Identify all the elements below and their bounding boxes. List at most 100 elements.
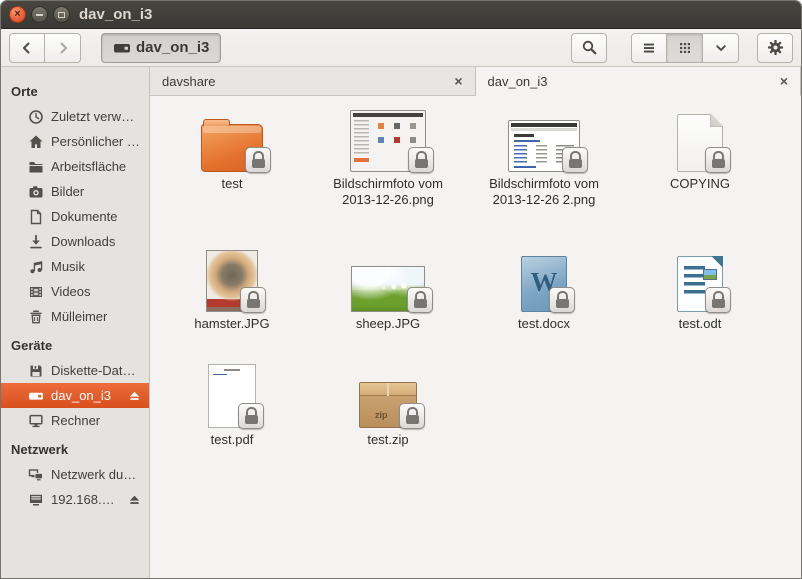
window-controls: ×	[9, 6, 70, 23]
lock-emblem-icon	[399, 403, 425, 429]
file-item-sheep-jpg[interactable]: sheep.JPG	[313, 242, 463, 332]
view-toggle-group	[631, 33, 739, 63]
sidebar-heading-places: Orte	[1, 75, 149, 104]
minimize-icon	[36, 14, 43, 16]
drive-icon	[28, 388, 44, 404]
file-item-test-pdf[interactable]: test.pdf	[157, 358, 307, 448]
gear-icon	[767, 39, 784, 56]
download-icon	[28, 234, 44, 250]
tab-bar: davshare × dav_on_i3 ×	[150, 67, 801, 96]
search-button[interactable]	[571, 33, 607, 63]
sidebar-item-label: Persönlicher …	[51, 134, 140, 149]
file-item-hamster-jpg[interactable]: hamster.JPG	[157, 242, 307, 332]
trash-icon	[28, 309, 44, 325]
floppy-icon	[28, 363, 44, 379]
maximize-window-button[interactable]	[53, 6, 70, 23]
tab-davshare[interactable]: davshare ×	[150, 67, 476, 96]
odf-text-icon	[677, 256, 723, 312]
file-manager-window: × dav_on_i3	[0, 0, 802, 579]
file-item-test-docx[interactable]: W test.docx	[469, 242, 619, 332]
sidebar-item-label: dav_on_i3	[51, 388, 111, 403]
window-title: dav_on_i3	[79, 6, 152, 23]
tab-close-button[interactable]: ×	[780, 74, 788, 88]
view-options-button[interactable]	[703, 33, 739, 63]
back-button[interactable]	[9, 33, 45, 63]
settings-button[interactable]	[757, 33, 793, 63]
file-grid: test	[150, 96, 801, 578]
grid-view-button[interactable]	[667, 33, 703, 63]
sidebar-item-label: 192.168.…	[51, 492, 115, 507]
history-nav-group	[9, 33, 81, 63]
file-item-test-odt[interactable]: test.odt	[625, 242, 775, 332]
photo-thumbnail-icon	[351, 266, 425, 312]
file-item-test-folder[interactable]: test	[157, 102, 307, 192]
tab-dav-on-i3[interactable]: dav_on_i3 ×	[476, 67, 802, 96]
list-view-icon	[641, 40, 657, 56]
sidebar-item-music[interactable]: Musik	[1, 254, 149, 279]
sidebar-item-label: Zuletzt verw…	[51, 109, 134, 124]
sidebar-item-label: Diskette-Dat…	[51, 363, 136, 378]
lock-emblem-icon	[408, 147, 434, 173]
screenshot-thumbnail-icon	[508, 120, 580, 172]
file-item-test-zip[interactable]: zip test.zip	[313, 358, 463, 448]
file-item-copying[interactable]: COPYING	[625, 102, 775, 192]
lock-emblem-icon	[238, 403, 264, 429]
photo-thumbnail-icon	[206, 250, 258, 312]
pdf-thumbnail-icon	[208, 364, 256, 428]
sidebar-item-downloads[interactable]: Downloads	[1, 229, 149, 254]
document-icon	[28, 209, 44, 225]
lock-emblem-icon	[240, 287, 266, 313]
lock-emblem-icon	[705, 287, 731, 313]
file-name: COPYING	[670, 176, 730, 192]
sidebar-item-trash[interactable]: Mülleimer	[1, 304, 149, 329]
sidebar-item-floppy[interactable]: Diskette-Dat…	[1, 358, 149, 383]
sidebar-item-desktop[interactable]: Arbeitsfläche	[1, 154, 149, 179]
search-icon	[581, 39, 598, 56]
file-item-screenshot-2[interactable]: Bildschirmfoto vom 2013-12-26 2.png	[469, 102, 619, 208]
file-name: test.docx	[518, 316, 570, 332]
sidebar-item-label: Musik	[51, 259, 85, 274]
close-window-button[interactable]: ×	[9, 6, 26, 23]
word-document-icon: W	[521, 256, 567, 312]
main-area: Orte Zuletzt verw… Persönlicher …	[1, 67, 801, 578]
minimize-window-button[interactable]	[31, 6, 48, 23]
forward-button[interactable]	[45, 33, 81, 63]
eject-icon	[127, 492, 142, 507]
eject-button[interactable]	[127, 388, 142, 406]
sidebar-item-recent[interactable]: Zuletzt verw…	[1, 104, 149, 129]
eject-button[interactable]	[127, 492, 142, 510]
file-item-screenshot-1[interactable]: Bildschirmfoto vom 2013-12-26.png	[313, 102, 463, 208]
chevron-down-icon	[713, 40, 729, 56]
list-view-button[interactable]	[631, 33, 667, 63]
sidebar-item-label: Netzwerk du…	[51, 467, 136, 482]
content-pane: davshare × dav_on_i3 ×	[150, 67, 801, 578]
sidebar-item-videos[interactable]: Videos	[1, 279, 149, 304]
titlebar[interactable]: × dav_on_i3	[1, 1, 801, 29]
sidebar-item-label: Rechner	[51, 413, 100, 428]
sidebar-item-label: Arbeitsfläche	[51, 159, 126, 174]
file-name: test.pdf	[211, 432, 254, 448]
sidebar-item-network-browse[interactable]: Netzwerk du…	[1, 462, 149, 487]
file-name: sheep.JPG	[356, 316, 420, 332]
sidebar-item-dav-on-i3[interactable]: dav_on_i3	[1, 383, 149, 408]
lock-emblem-icon	[245, 147, 271, 173]
lock-emblem-icon	[549, 287, 575, 313]
lock-emblem-icon	[562, 147, 588, 173]
home-icon	[28, 134, 44, 150]
music-icon	[28, 259, 44, 275]
folder-icon	[201, 124, 263, 172]
toolbar: dav_on_i3	[1, 29, 801, 67]
sidebar-item-network-server[interactable]: 192.168.…	[1, 487, 149, 512]
film-icon	[28, 284, 44, 300]
sidebar-item-documents[interactable]: Dokumente	[1, 204, 149, 229]
eject-icon	[127, 388, 142, 403]
location-button[interactable]: dav_on_i3	[101, 33, 221, 63]
zip-archive-icon: zip	[359, 382, 417, 428]
sidebar-item-home[interactable]: Persönlicher …	[1, 129, 149, 154]
tab-label: davshare	[162, 74, 215, 89]
file-name: hamster.JPG	[194, 316, 269, 332]
sidebar-item-pictures[interactable]: Bilder	[1, 179, 149, 204]
sidebar-item-computer[interactable]: Rechner	[1, 408, 149, 433]
file-name: test.zip	[367, 432, 408, 448]
tab-close-button[interactable]: ×	[454, 74, 462, 88]
